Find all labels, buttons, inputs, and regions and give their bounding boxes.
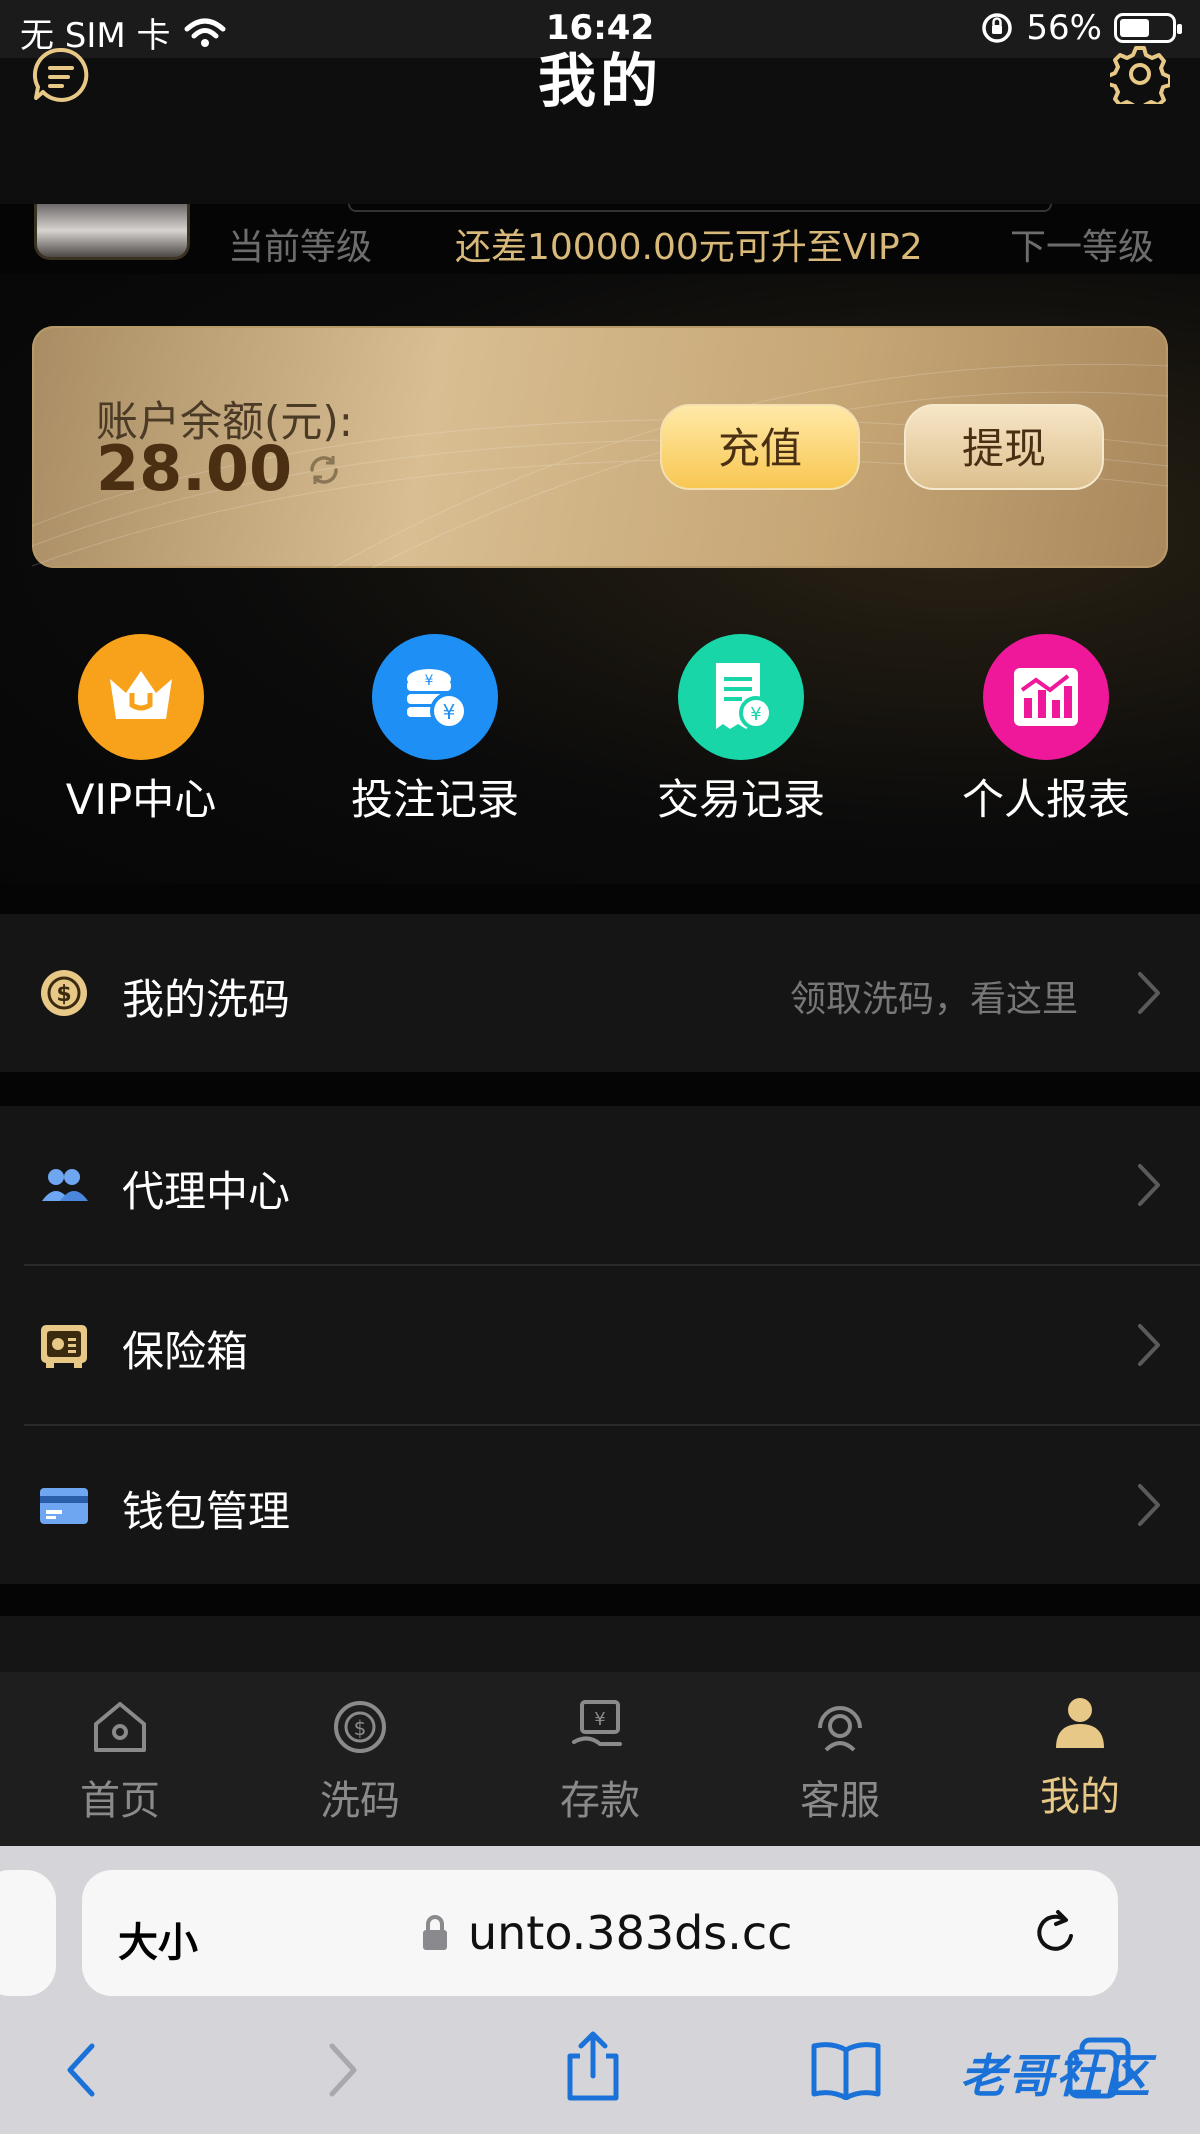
menu-label-safe: 保险箱 bbox=[122, 1327, 249, 1376]
home-icon bbox=[94, 1702, 146, 1752]
deposit-icon: ¥ bbox=[572, 1700, 622, 1746]
tab-deposit[interactable]: ¥ 存款 bbox=[500, 1698, 700, 1826]
next-level-label: 下一等级 bbox=[1010, 227, 1155, 268]
gear-icon[interactable] bbox=[1110, 44, 1170, 104]
chart-icon bbox=[983, 634, 1109, 760]
current-level-label: 当前等级 bbox=[228, 227, 373, 268]
avatar[interactable] bbox=[34, 204, 190, 260]
tab-support[interactable]: 客服 bbox=[740, 1698, 940, 1826]
section-gap bbox=[0, 1584, 1200, 1616]
menu-label-wallet: 钱包管理 bbox=[122, 1487, 291, 1536]
quick-link-bets[interactable]: ¥ ¥ bbox=[372, 634, 498, 760]
quick-link-label: 投注记录 bbox=[350, 775, 519, 824]
rebate-coin-icon: $ bbox=[334, 1701, 386, 1753]
text-size-button[interactable]: 大小 bbox=[118, 1910, 198, 1968]
safe-icon bbox=[41, 1325, 87, 1368]
previous-tab-preview[interactable] bbox=[0, 1870, 56, 1996]
chevron-right-icon bbox=[1138, 1484, 1160, 1526]
section-gap bbox=[0, 1072, 1200, 1106]
quick-link-label: 个人报表 bbox=[961, 775, 1130, 824]
refresh-icon[interactable] bbox=[306, 452, 342, 488]
watermark-logo: 老哥社区 bbox=[960, 2049, 1152, 2103]
upgrade-hint: 还差10000.00元可升至VIP2 bbox=[455, 227, 923, 268]
back-icon[interactable] bbox=[62, 2040, 102, 2100]
users-icon bbox=[42, 1169, 88, 1201]
withdraw-button[interactable]: 提现 bbox=[904, 404, 1104, 490]
svg-text:$: $ bbox=[354, 1716, 367, 1740]
quick-link-report[interactable] bbox=[983, 634, 1109, 760]
menu-label-agent: 代理中心 bbox=[122, 1167, 291, 1216]
crown-icon bbox=[78, 634, 204, 760]
svg-text:¥: ¥ bbox=[594, 1709, 605, 1730]
receipt-icon: ¥ bbox=[678, 634, 804, 760]
chevron-right-icon bbox=[1138, 1164, 1160, 1206]
quick-link-label: VIP中心 bbox=[65, 775, 217, 824]
tab-label: 洗码 bbox=[320, 1778, 400, 1824]
svg-text:¥: ¥ bbox=[443, 700, 456, 724]
chevron-right-icon bbox=[1138, 1324, 1160, 1366]
tab-mine[interactable]: 我的 bbox=[980, 1694, 1180, 1822]
section-gap bbox=[0, 884, 1200, 914]
page-title: 我的 bbox=[537, 47, 662, 115]
balance-amount: 28.00 bbox=[96, 432, 293, 505]
tab-label: 存款 bbox=[560, 1778, 640, 1824]
tab-home[interactable]: 首页 bbox=[20, 1698, 220, 1826]
message-icon[interactable] bbox=[32, 46, 90, 104]
wallet-card-icon bbox=[40, 1488, 88, 1524]
share-icon[interactable] bbox=[562, 2030, 624, 2102]
coins-icon: ¥ ¥ bbox=[372, 634, 498, 760]
quick-link-label: 交易记录 bbox=[656, 775, 825, 824]
forward-icon[interactable] bbox=[322, 2040, 362, 2100]
url-text[interactable]: unto.383ds.cc bbox=[468, 1906, 792, 1960]
menu-group-partial bbox=[0, 1616, 1200, 1672]
menu-label-rebate: 我的洗码 bbox=[122, 975, 291, 1024]
svg-text:$: $ bbox=[56, 982, 71, 1007]
level-progress-bar bbox=[348, 204, 1052, 212]
tab-label: 首页 bbox=[80, 1778, 160, 1824]
bookmarks-icon[interactable] bbox=[810, 2040, 882, 2100]
user-icon bbox=[1056, 1698, 1104, 1748]
tab-rebate[interactable]: $ 洗码 bbox=[260, 1698, 460, 1826]
recharge-button[interactable]: 充值 bbox=[660, 404, 860, 490]
svg-text:¥: ¥ bbox=[425, 673, 434, 689]
support-icon bbox=[818, 1706, 862, 1752]
svg-text:¥: ¥ bbox=[750, 704, 761, 725]
tab-label: 我的 bbox=[1040, 1774, 1120, 1820]
quick-link-transactions[interactable]: ¥ bbox=[678, 634, 804, 760]
tab-label: 客服 bbox=[800, 1778, 880, 1824]
chevron-right-icon bbox=[1138, 972, 1160, 1014]
quick-link-vip[interactable] bbox=[78, 634, 204, 760]
menu-hint-rebate: 领取洗码，看这里 bbox=[790, 979, 1079, 1020]
reload-icon[interactable] bbox=[1030, 1906, 1080, 1960]
lock-icon bbox=[423, 1915, 447, 1950]
dollar-coin-icon: $ bbox=[41, 970, 87, 1016]
